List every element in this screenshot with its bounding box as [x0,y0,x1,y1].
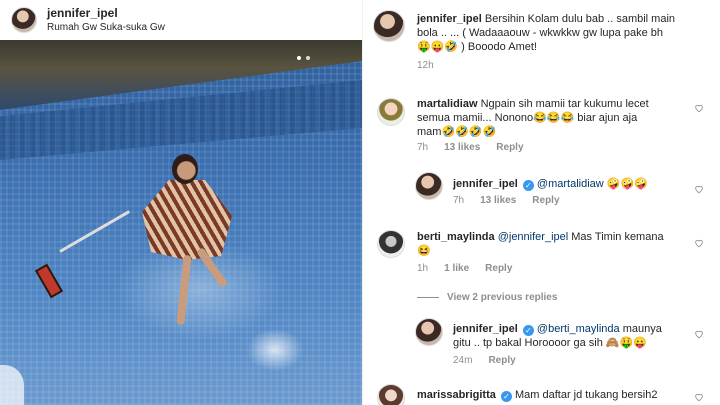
comment-avatar[interactable] [415,318,443,346]
view-previous-label[interactable]: View 2 previous replies [447,292,557,303]
comment-username[interactable]: jennifer_ipel [417,13,482,25]
comment-text: 🤪🤪🤪 [606,178,648,190]
comment-item: martalidiaw Ngpain sih mamii tar kukumu … [417,97,697,139]
post-username[interactable]: jennifer_ipel [47,6,165,20]
comment-avatar[interactable] [415,172,443,200]
comment-caption: jennifer_ipel Bersihin Kolam dulu bab ..… [417,12,717,54]
post-photo[interactable] [0,40,362,405]
reply-item: jennifer_ipel ✓ @berti_maylinda maunya g… [453,322,703,350]
comment-meta: 12h [417,60,434,71]
comment-username[interactable]: marissabrigitta [417,389,496,401]
comment-meta: 1h 1 like Reply [417,263,512,274]
reply-button[interactable]: Reply [532,195,559,206]
avatar[interactable] [415,172,443,200]
verified-badge-icon: ✓ [522,180,534,191]
avatar[interactable] [11,7,37,33]
comment-time: 12h [417,60,434,71]
comment-text: mam🤣🤣🤣🤣 [417,126,497,138]
video-indicator-icon [0,365,24,405]
comment-meta: 24m Reply [453,355,516,366]
reply-button[interactable]: Reply [488,355,515,366]
heart-icon[interactable] [694,238,704,248]
divider [417,297,439,298]
verified-badge-icon: ✓ [500,391,512,402]
avatar[interactable] [373,10,405,42]
reply-button[interactable]: Reply [496,142,523,153]
view-previous-replies[interactable]: View 2 previous replies [417,292,557,303]
avatar[interactable] [377,230,405,258]
comment-text: Mam daftar jd tukang bersih2 [515,389,658,401]
comment-text: bola .. ... ( Wadaaaouw - wkwkkw gw lupa… [417,27,663,39]
avatar[interactable] [377,384,405,405]
comment-text: Mas Timin kemana [571,231,664,243]
heart-icon[interactable] [694,329,704,339]
comment-text: Ngpain sih mamii tar kukumu lecet [480,98,649,110]
comment-mention[interactable]: @jennifer_ipel [498,231,569,243]
broom-stick [59,210,131,253]
comment-time: 7h [453,195,465,206]
comment-mention[interactable]: @martalidiaw [537,178,604,190]
comment-meta: 7h 13 likes Reply [453,195,560,206]
comment-avatar[interactable] [377,98,405,126]
avatar[interactable] [415,318,443,346]
comment-avatar[interactable] [377,384,405,405]
comment-text: maunya [622,323,662,335]
person-figure [130,150,250,340]
comment-text: semua mamii... Nonono😂😂😂 biar ajun aja [417,112,638,124]
carousel-dots [297,56,310,60]
comment-avatar[interactable] [373,10,405,42]
post-header: jennifer_ipel Rumah Gw Suka-suka Gw [0,0,362,40]
comment-text: gitu .. tp bakal Horoooor ga sih 🙈🤑😛 [453,337,647,349]
comment-meta: 7h 13 likes Reply [417,142,524,153]
verified-badge-icon: ✓ [522,325,534,336]
reply-item: jennifer_ipel ✓ @martalidiaw 🤪🤪🤪 [453,177,703,191]
reply-button[interactable]: Reply [485,263,512,274]
comment-text: 😆 [417,245,431,257]
comment-time: 24m [453,355,473,366]
comment-username[interactable]: martalidiaw [417,98,478,110]
heart-icon[interactable] [694,184,704,194]
comment-likes[interactable]: 1 like [444,263,469,274]
avatar[interactable] [377,98,405,126]
comment-avatar[interactable] [377,230,405,258]
comment-username[interactable]: jennifer_ipel [453,323,518,335]
comment-likes[interactable]: 13 likes [444,142,480,153]
comment-username[interactable]: berti_maylinda [417,231,495,243]
comment-text: 🤑😛🤣 ) Booodo Amet! [417,41,537,53]
broom-head [34,263,64,299]
comment-item: marissabrigitta ✓ Mam daftar jd tukang b… [417,388,707,402]
heart-icon[interactable] [694,103,704,113]
comment-likes[interactable]: 13 likes [480,195,516,206]
post-meta: jennifer_ipel Rumah Gw Suka-suka Gw [47,6,165,34]
comment-text: Bersihin Kolam dulu bab .. sambil main [484,13,676,25]
post-location[interactable]: Rumah Gw Suka-suka Gw [47,21,165,34]
comment-mention[interactable]: @berti_maylinda [537,323,620,335]
comment-username[interactable]: jennifer_ipel [453,178,518,190]
comment-time: 7h [417,142,429,153]
comment-time: 1h [417,263,429,274]
heart-icon[interactable] [694,392,704,402]
post-panel: jennifer_ipel Rumah Gw Suka-suka Gw [0,0,362,405]
comments-panel: jennifer_ipel Bersihin Kolam dulu bab ..… [362,0,720,405]
comment-item: berti_maylinda @jennifer_ipel Mas Timin … [417,230,697,258]
